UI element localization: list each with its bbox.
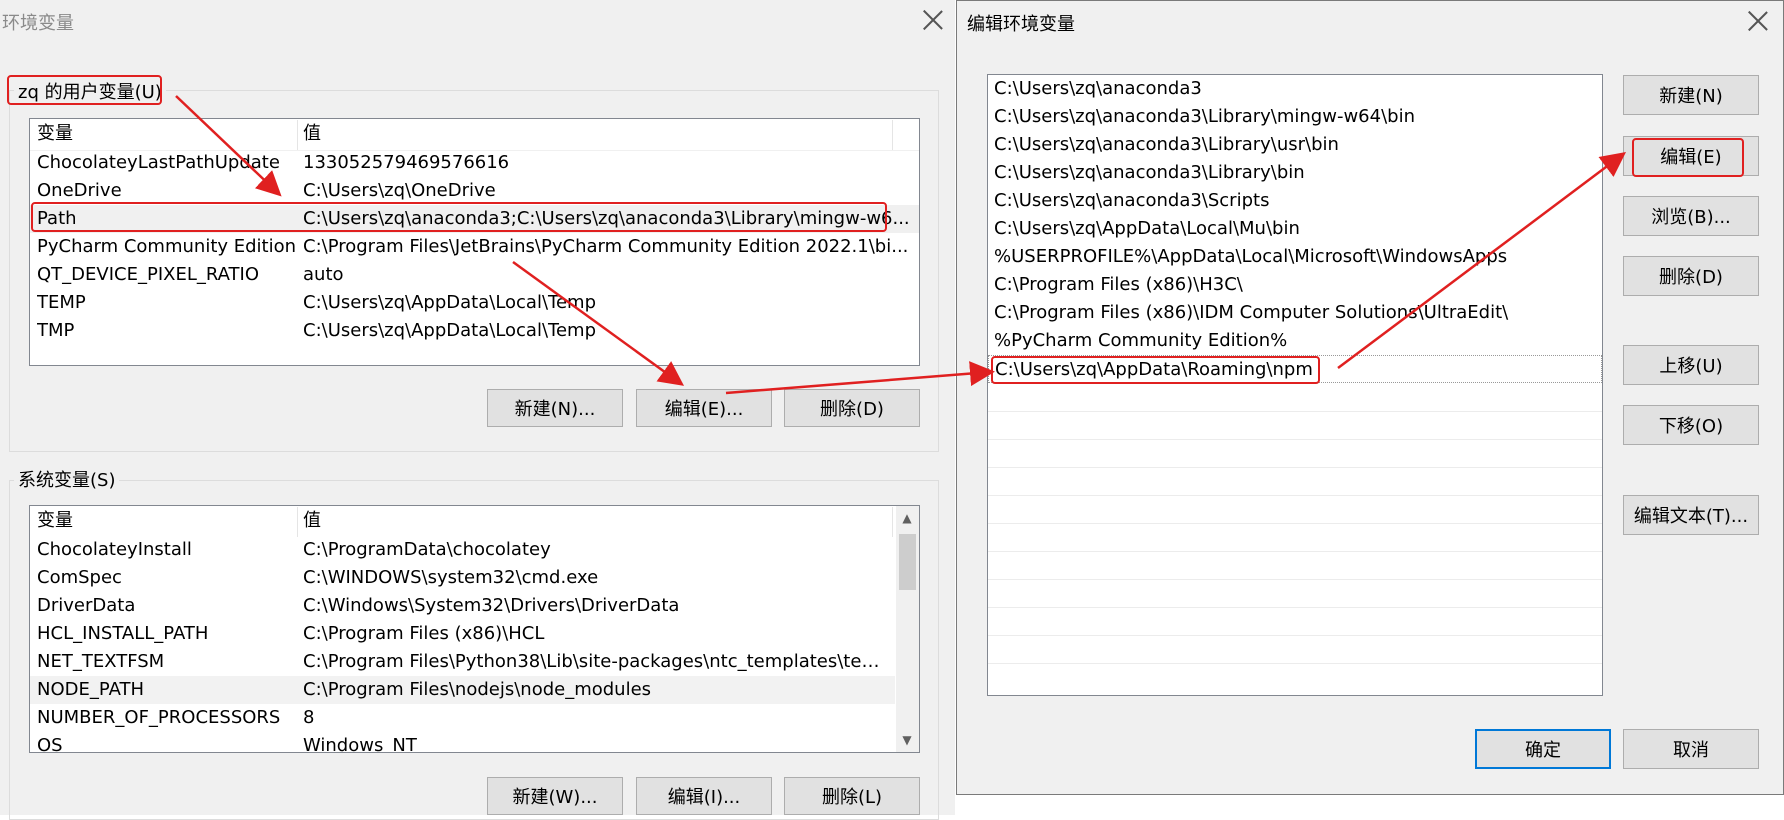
table-row[interactable]: DriverData C:\Windows\System32\Drivers\D…	[30, 592, 895, 620]
edit-text-button[interactable]: 编辑文本(T)...	[1623, 495, 1759, 535]
variable-value: C:\Windows\System32\Drivers\DriverData	[303, 595, 680, 616]
user-label-highlight	[7, 75, 162, 105]
variable-value: C:\WINDOWS\system32\cmd.exe	[303, 567, 599, 588]
variable-value: C:\Users\zq\AppData\Local\Temp	[303, 320, 597, 341]
system-edit-button[interactable]: 编辑(I)...	[636, 777, 772, 815]
edit-button-highlight	[1632, 138, 1744, 177]
variable-name: NET_TEXTFSM	[37, 651, 165, 672]
user-variables-list[interactable]: 变量 值 ChocolateyLastPathUpdate 1330525794…	[29, 118, 920, 366]
column-header-value[interactable]: 值	[303, 507, 863, 535]
variable-value: C:\Program Files\nodejs\node_modules	[303, 679, 652, 700]
table-row[interactable]: ChocolateyLastPathUpdate 133052579469576…	[30, 149, 919, 177]
table-row[interactable]: ComSpec C:\WINDOWS\system32\cmd.exe	[30, 564, 895, 592]
variable-name: DriverData	[37, 595, 136, 616]
list-item[interactable]: C:\Program Files (x86)\H3C\	[988, 271, 1602, 299]
title-bar: 环境变量	[0, 0, 955, 42]
variable-value: C:\Users\zq\AppData\Local\Temp	[303, 292, 597, 313]
variable-name: HCL_INSTALL_PATH	[37, 623, 209, 644]
list-item[interactable]: %USERPROFILE%\AppData\Local\Microsoft\Wi…	[988, 243, 1602, 271]
variable-name: QT_DEVICE_PIXEL_RATIO	[37, 264, 260, 285]
list-item[interactable]: C:\Users\zq\anaconda3\Library\mingw-w64\…	[988, 103, 1602, 131]
list-header: 变量 值	[30, 507, 895, 537]
dialog-title: 编辑环境变量	[967, 14, 1075, 35]
list-item[interactable]: C:\Users\zq\anaconda3\Library\bin	[988, 159, 1602, 187]
table-row[interactable]: ChocolateyInstall C:\ProgramData\chocola…	[30, 536, 895, 564]
path-row-highlight	[31, 202, 887, 232]
variable-value: auto	[303, 264, 344, 285]
table-row[interactable]: HCL_INSTALL_PATH C:\Program Files (x86)\…	[30, 620, 895, 648]
list-item[interactable]: C:\Users\zq\AppData\Local\Mu\bin	[988, 215, 1602, 243]
column-header-variable[interactable]: 变量	[37, 120, 297, 148]
system-variables-list[interactable]: 变量 值 ChocolateyInstall C:\ProgramData\ch…	[29, 505, 920, 753]
variable-name: TEMP	[37, 292, 86, 313]
table-row[interactable]: PyCharm Community Edition C:\Program Fil…	[30, 233, 919, 261]
system-delete-button[interactable]: 删除(L)	[784, 777, 920, 815]
move-down-button[interactable]: 下移(O)	[1623, 405, 1759, 445]
user-new-button[interactable]: 新建(N)...	[487, 389, 623, 427]
user-edit-button[interactable]: 编辑(E)...	[636, 389, 772, 427]
variable-name: OneDrive	[37, 180, 122, 201]
variable-value: C:\Program Files\Python38\Lib\site-packa…	[303, 651, 893, 672]
path-entries-list[interactable]: C:\Users\zq\anaconda3 C:\Users\zq\anacon…	[987, 74, 1603, 696]
variable-value: 8	[303, 707, 315, 728]
list-item[interactable]: C:\Program Files (x86)\IDM Computer Solu…	[988, 299, 1602, 327]
dialog-title: 环境变量	[2, 13, 74, 34]
variable-value: C:\Program Files (x86)\HCL	[303, 623, 545, 644]
move-up-button[interactable]: 上移(U)	[1623, 345, 1759, 385]
variable-value: Windows_NT	[303, 735, 417, 753]
list-item[interactable]: %PyCharm Community Edition%	[988, 327, 1602, 355]
environment-variables-dialog: 环境变量 zq 的用户变量(U) 变量 值 ChocolateyLastPath…	[0, 0, 955, 820]
variable-name: NODE_PATH	[37, 679, 145, 700]
table-row[interactable]: TMP C:\Users\zq\AppData\Local\Temp	[30, 317, 919, 345]
scroll-down-arrow-icon[interactable]: ▼	[897, 730, 917, 750]
variable-name: PyCharm Community Edition	[37, 236, 297, 257]
variable-name: ChocolateyInstall	[37, 539, 192, 560]
close-icon[interactable]	[922, 9, 944, 31]
scroll-up-arrow-icon[interactable]: ▲	[897, 508, 917, 528]
vertical-scrollbar[interactable]: ▲ ▼	[896, 506, 919, 752]
variable-name: ComSpec	[37, 567, 122, 588]
edit-environment-variable-dialog: 编辑环境变量 C:\Users\zq\anaconda3 C:\Users\zq…	[956, 0, 1784, 795]
variable-name: NUMBER_OF_PROCESSORS	[37, 707, 281, 728]
list-item[interactable]: C:\Users\zq\anaconda3	[988, 75, 1602, 103]
list-item[interactable]: C:\Users\zq\anaconda3\Library\usr\bin	[988, 131, 1602, 159]
table-row[interactable]: TEMP C:\Users\zq\AppData\Local\Temp	[30, 289, 919, 317]
cancel-button[interactable]: 取消	[1623, 729, 1759, 769]
close-icon[interactable]	[1747, 10, 1769, 32]
table-row[interactable]: QT_DEVICE_PIXEL_RATIO auto	[30, 261, 919, 289]
column-header-value[interactable]: 值	[303, 120, 863, 148]
scrollbar-thumb[interactable]	[899, 534, 916, 590]
variable-value: C:\ProgramData\chocolatey	[303, 539, 551, 560]
table-row[interactable]: OS Windows_NT	[30, 732, 895, 753]
delete-button[interactable]: 删除(D)	[1623, 256, 1759, 296]
new-button[interactable]: 新建(N)	[1623, 75, 1759, 115]
browse-button[interactable]: 浏览(B)...	[1623, 196, 1759, 236]
variable-value: C:\Program Files\JetBrains\PyCharm Commu…	[303, 236, 909, 257]
column-header-variable[interactable]: 变量	[37, 507, 297, 535]
variable-name: TMP	[37, 320, 75, 341]
system-new-button[interactable]: 新建(W)...	[487, 777, 623, 815]
variable-value: C:\Users\zq\OneDrive	[303, 180, 496, 201]
list-header: 变量 值	[30, 120, 919, 151]
table-row[interactable]: NET_TEXTFSM C:\Program Files\Python38\Li…	[30, 648, 895, 676]
table-row-hovered[interactable]: NODE_PATH C:\Program Files\nodejs\node_m…	[30, 676, 895, 704]
ok-button[interactable]: 确定	[1475, 729, 1611, 769]
variable-name: OS	[37, 735, 63, 753]
table-row[interactable]: NUMBER_OF_PROCESSORS 8	[30, 704, 895, 732]
table-row[interactable]: OneDrive C:\Users\zq\OneDrive	[30, 177, 919, 205]
list-item[interactable]: C:\Users\zq\anaconda3\Scripts	[988, 187, 1602, 215]
variable-value: 133052579469576616	[303, 152, 510, 173]
npm-entry-highlight	[991, 356, 1320, 384]
system-variables-label: 系统变量(S)	[14, 466, 120, 492]
variable-name: ChocolateyLastPathUpdate	[37, 152, 280, 173]
user-delete-button[interactable]: 删除(D)	[784, 389, 920, 427]
